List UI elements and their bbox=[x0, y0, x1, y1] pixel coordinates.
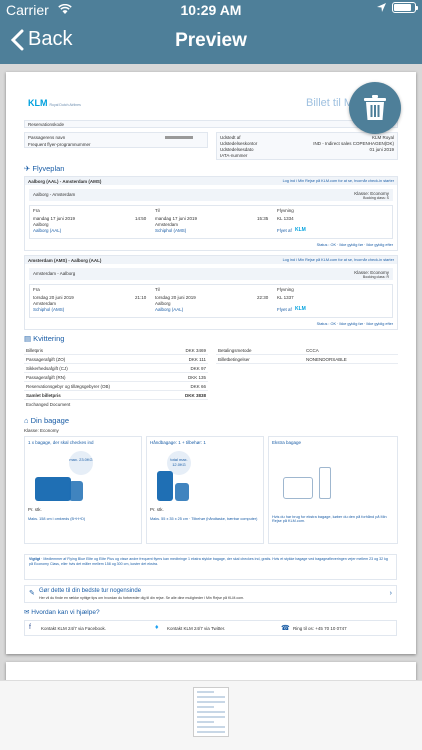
chevron-right-icon: › bbox=[389, 590, 392, 597]
receipt-table: Billetpris DKK 3469 Passagerafgift (ZO) DK… bbox=[24, 348, 208, 407]
page-thumbnail[interactable] bbox=[193, 687, 229, 737]
phone-link[interactable]: Ring til os: +45 70 10 0747 bbox=[293, 626, 347, 631]
twitter-icon: ♦ bbox=[155, 624, 159, 631]
receipt-heading: ▤ Kvittering bbox=[24, 334, 65, 343]
suitcase-icon bbox=[35, 477, 71, 501]
flights-heading: ✈ Flyveplan bbox=[24, 164, 65, 173]
trash-icon bbox=[364, 95, 386, 120]
tips-icon: ✎ bbox=[29, 590, 35, 597]
ticket-page: KLM Royal Dutch Airlines Billet til Mi Re… bbox=[6, 72, 416, 654]
help-heading: ✉ Hvordan kan vi hjælpe? bbox=[24, 609, 100, 616]
battery-icon bbox=[392, 2, 418, 13]
passenger-box: Passagerens navn Frequent flyer-programn… bbox=[24, 132, 208, 148]
extra-bag-card: Ekstra bagage Hvis du har brug for ekstr… bbox=[268, 436, 398, 544]
checked-bag-card: 1 x bagage, der skal checkes ind max. 23… bbox=[24, 436, 142, 544]
trolley-icon bbox=[157, 471, 173, 501]
document-viewer[interactable]: KLM Royal Dutch Airlines Billet til Mi Re… bbox=[0, 64, 422, 692]
handbag-icon bbox=[175, 483, 189, 501]
status-bar: Carrier 10:29 AM bbox=[0, 0, 422, 20]
reservation-row: Reservationskode Billetnum bbox=[24, 120, 398, 128]
extra-suitcase-icon bbox=[283, 477, 313, 499]
extra-trolley-icon bbox=[319, 467, 331, 499]
hand-bag-card: Håndbagage: 1 + tilbehør: 1 total max. 1… bbox=[146, 436, 264, 544]
baggage-note: Vigtigt · Medlemmer af Flying Blue Elite… bbox=[24, 554, 397, 580]
issue-box: Udstedt af KLM Royal Udstedelseskontor IND… bbox=[216, 132, 398, 160]
clock: 10:29 AM bbox=[180, 2, 242, 18]
baggage-class: Klasse: Economy bbox=[24, 428, 59, 433]
page-title: Preview bbox=[175, 30, 247, 51]
flight-card-2: Amsterdam (AMS) - Aalborg (AAL) Log ind … bbox=[24, 255, 398, 330]
facebook-link[interactable]: Kontakt KLM 24/7 via Facebook. bbox=[41, 626, 106, 631]
phone-icon: ☎ bbox=[281, 625, 290, 632]
facebook-icon: f bbox=[29, 624, 31, 631]
thumbnail-strip bbox=[0, 680, 422, 750]
flight-card-1: Aalborg (AAL) - Amsterdam (AMS) Log ind … bbox=[24, 176, 398, 251]
payment-table: Betalingsmetode CCCA Billetbetingelser NON… bbox=[216, 346, 398, 364]
delete-button[interactable] bbox=[349, 82, 401, 134]
baggage-heading: ⌂ Din bagage bbox=[24, 416, 69, 425]
location-arrow-icon bbox=[377, 3, 386, 12]
tips-box[interactable]: ✎ Gør dette til din bedste tur nogensind… bbox=[24, 585, 397, 603]
twitter-link[interactable]: Kontakt KLM 24/7 via Twitter. bbox=[167, 626, 225, 631]
help-links: f Kontakt KLM 24/7 via Facebook. ♦ Konta… bbox=[24, 620, 397, 636]
klm-logo: KLM Royal Dutch Airlines bbox=[28, 98, 81, 108]
navigation-bar: Back Preview bbox=[0, 20, 422, 64]
checked-weight: max. 23.0KG bbox=[69, 451, 93, 475]
